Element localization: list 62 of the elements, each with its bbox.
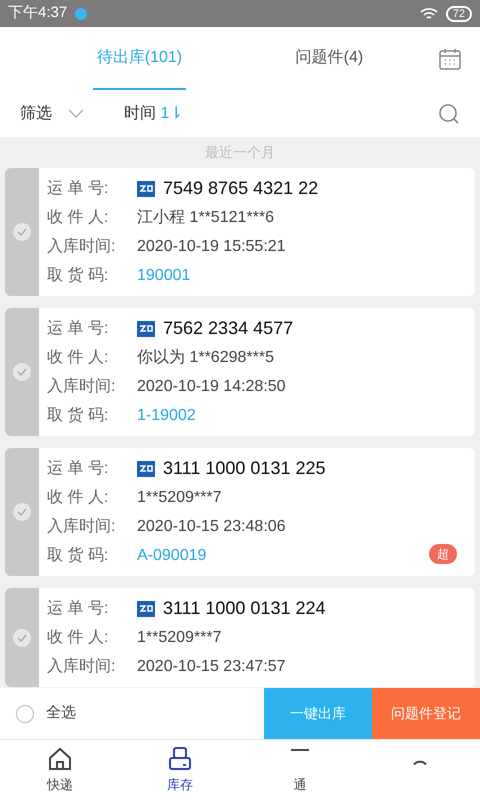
field-value: 190001 xyxy=(137,266,190,286)
field-label: 运 单 号: xyxy=(47,318,110,338)
search-icon[interactable] xyxy=(438,102,460,124)
courier-logo-icon xyxy=(137,460,155,476)
tab[interactable]: 问题件(4) xyxy=(292,27,368,90)
field-label: 取 货 码: xyxy=(47,546,110,566)
field-value: 1-19002 xyxy=(137,406,196,426)
field-label: 运 单 号: xyxy=(47,598,110,618)
parcel-card[interactable]: 运 单 号: 7562 2334 4577 收 件 人: 你以为 1**6298***5 入库时间: 2020-10-19 14:28:50 取 货 码: 1-19002 xyxy=(5,308,475,436)
arc-icon xyxy=(413,760,427,765)
field-value: 7562 2334 4577 xyxy=(163,317,294,340)
field-label: 收 件 人: xyxy=(47,208,110,228)
nav-tab[interactable]: 通 xyxy=(240,740,360,800)
nav-tab[interactable]: 库存 xyxy=(120,740,240,800)
courier-logo-icon xyxy=(137,320,155,336)
courier-logo-icon xyxy=(137,600,155,616)
field-label: 入库时间: xyxy=(47,236,116,256)
field-value: 2020-10-15 23:48:06 xyxy=(137,516,286,536)
field-value: 3111 1000 0131 224 xyxy=(163,597,326,620)
parcel-card[interactable]: 运 单 号: 7549 8765 4321 22 收 件 人: 江小程 1**5121***6 入库时间: 2020-10-19 15:55:21 取 货 码: 190001 xyxy=(5,168,475,296)
wifi-icon xyxy=(420,6,438,20)
field-value: 3111 1000 0131 225 xyxy=(163,457,326,480)
sort-button[interactable]: 时间 1⇂ xyxy=(124,102,182,126)
select-checkbox[interactable] xyxy=(13,223,31,241)
field-value: 1**5209***7 xyxy=(137,628,222,648)
select-checkbox[interactable] xyxy=(13,503,31,521)
courier-logo-icon xyxy=(137,180,155,196)
field-label: 入库时间: xyxy=(47,656,116,676)
nav-tab[interactable]: 快递 xyxy=(0,740,120,800)
field-value: 2020-10-19 15:55:21 xyxy=(137,236,286,256)
field-label: 收 件 人: xyxy=(47,348,110,368)
field-value: 7549 8765 4321 22 xyxy=(163,177,318,200)
select-all-checkbox[interactable]: 全选 xyxy=(0,688,76,739)
filter-dropdown[interactable]: 筛选 xyxy=(20,102,84,126)
field-label: 取 货 码: xyxy=(47,266,110,286)
field-label: 入库时间: xyxy=(47,516,116,536)
check-icon xyxy=(17,368,27,376)
chevron-down-icon xyxy=(68,108,84,118)
parcel-card[interactable]: 运 单 号: 3111 1000 0131 225 收 件 人: 1**5209***7 入库时间: 2020-10-15 23:48:06 取 货 码: A-090019 超 xyxy=(5,448,475,576)
parcel-card[interactable]: 运 单 号: 3111 1000 0131 224 收 件 人: 1**5209***7 入库时间: 2020-10-15 23:47:57 xyxy=(5,588,475,687)
check-icon xyxy=(17,508,27,516)
select-checkbox[interactable] xyxy=(13,628,31,646)
field-value: 江小程 1**5121***6 xyxy=(137,208,274,228)
field-value: 2020-10-19 14:28:50 xyxy=(137,376,286,396)
status-time: 下午4:37 xyxy=(8,3,68,24)
check-icon xyxy=(17,228,27,236)
field-value: 2020-10-15 23:47:57 xyxy=(137,656,286,676)
calendar-icon xyxy=(438,46,462,70)
field-value: 你以为 1**6298***5 xyxy=(137,348,274,368)
field-label: 运 单 号: xyxy=(47,458,110,478)
overdue-badge: 超 xyxy=(429,544,457,564)
field-label: 取 货 码: xyxy=(47,406,110,426)
battery-indicator: 72 xyxy=(446,6,472,22)
field-value: 1**5209***7 xyxy=(137,488,222,508)
field-label: 收 件 人: xyxy=(47,488,110,508)
select-checkbox[interactable] xyxy=(13,363,31,381)
field-value: A-090019 xyxy=(137,546,206,566)
field-label: 收 件 人: xyxy=(47,628,110,648)
field-label: 运 单 号: xyxy=(47,178,110,198)
bar-icon xyxy=(291,749,309,752)
check-icon xyxy=(17,634,27,642)
field-label: 入库时间: xyxy=(47,376,116,396)
